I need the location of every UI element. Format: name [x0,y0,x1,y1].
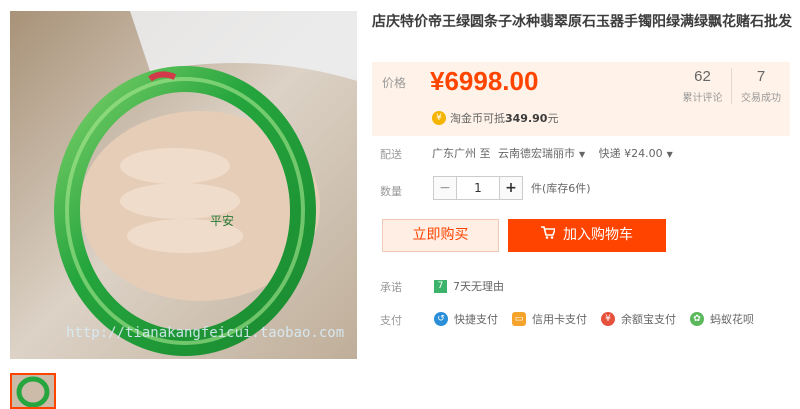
watermark-chars: 平安 [210,213,234,228]
shipping-method[interactable]: 快递 ¥24.00 [599,147,663,160]
quantity-label: 数量 [380,185,402,198]
promise-label: 承诺 [380,281,402,294]
tjb-prefix: 淘金币可抵 [450,112,505,125]
seven-day-icon: 7 [434,279,447,293]
payment-huabei[interactable]: ✿ 蚂蚁花呗 [690,311,754,327]
yuebao-icon: ¥ [601,312,615,326]
payment-method-label: 余额宝支付 [621,313,676,326]
sales-count: 7 [756,68,766,85]
payment-quick-pay[interactable]: ↺ 快捷支付 [434,311,498,327]
payment-method-label: 快捷支付 [454,313,498,326]
decrease-button[interactable]: − [433,176,457,200]
reviews-label: 累计评论 [682,93,723,104]
price-panel: 价格 ¥6998.00 62 累计评论 7 交易成功 ¥ 淘金币可抵 349.9… [372,62,790,136]
promise-text: 7天无理由 [453,280,504,293]
sales-stat: 7 交易成功 [732,68,790,104]
reviews-stat[interactable]: 62 累计评论 [674,68,732,104]
coin-icon: ¥ [432,111,446,125]
taojinbi-row: ¥ 淘金币可抵 349.90 元 [432,110,558,126]
payment-method-label: 信用卡支付 [532,313,587,326]
promise-row[interactable]: 7 7天无理由 [434,278,504,294]
watermark-url: http://tianakangfeicui.taobao.com [66,325,344,341]
payment-credit-card[interactable]: ▭ 信用卡支付 [512,311,587,327]
cart-icon [541,219,557,252]
chevron-down-icon[interactable]: ▼ [667,150,673,159]
price-value: ¥6998.00 [430,66,539,96]
shipping-destination[interactable]: 云南德宏瑞丽市 [498,147,575,160]
quick-pay-icon: ↺ [434,312,448,326]
payment-methods: ↺ 快捷支付 ▭ 信用卡支付 ¥ 余额宝支付 ✿ 蚂蚁花呗 [434,311,768,327]
payment-yuebao[interactable]: ¥ 余额宝支付 [601,311,676,327]
credit-card-icon: ▭ [512,312,526,326]
payment-method-label: 蚂蚁花呗 [710,313,754,326]
quantity-input[interactable]: 1 [457,176,499,200]
thumbnail-1[interactable] [10,373,56,409]
price-label: 价格 [382,76,407,90]
main-product-image[interactable]: 平安 http://tianakangfeicui.taobao.com [10,11,357,359]
increase-button[interactable]: + [499,176,523,200]
add-to-cart-button[interactable]: 加入购物车 [508,219,666,252]
stock-text: 件(库存6件) [531,182,591,195]
tjb-amount: 349.90 [505,111,548,125]
product-title: 店庆特价帝王绿圆条子冰种翡翠原石玉器手镯阳绿满绿飘花赌石批发 [372,14,792,30]
buy-now-button[interactable]: 立即购买 [382,219,499,252]
shipping-label: 配送 [380,148,402,161]
add-to-cart-label: 加入购物车 [563,227,633,243]
payment-label: 支付 [380,314,402,327]
tjb-suffix: 元 [547,112,559,125]
huabei-icon: ✿ [690,312,704,326]
shipping-row: 广东广州 至 云南德宏瑞丽市 ▼ 快递 ¥24.00 ▼ [432,145,683,161]
sales-label: 交易成功 [741,93,781,104]
shipping-from: 广东广州 至 [432,147,491,160]
reviews-count: 62 [694,68,711,85]
chevron-down-icon[interactable]: ▼ [579,150,585,159]
quantity-stepper: − 1 + 件(库存6件) [433,176,591,200]
